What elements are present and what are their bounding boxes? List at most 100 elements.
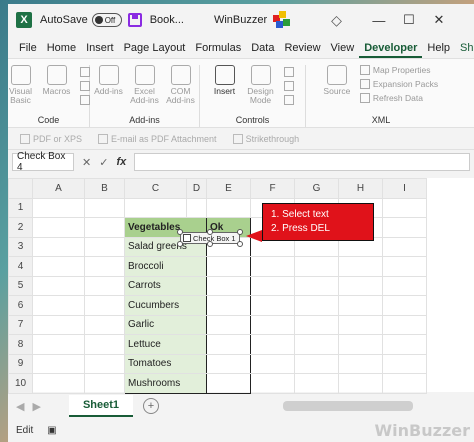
vegetable-cell[interactable]: Tomatoes: [124, 353, 207, 374]
cell[interactable]: [32, 197, 85, 218]
tab-insert[interactable]: Insert: [81, 42, 119, 58]
excel-addins-button[interactable]: Excel Add-ins: [128, 65, 162, 115]
cell[interactable]: [382, 236, 427, 257]
row-header[interactable]: 3: [8, 236, 33, 257]
cell[interactable]: [84, 217, 125, 238]
row-header[interactable]: 9: [8, 353, 33, 374]
cell[interactable]: [382, 256, 427, 277]
close-button[interactable]: ✕: [424, 12, 454, 28]
formula-input[interactable]: [134, 153, 470, 171]
tab-review[interactable]: Review: [279, 42, 325, 58]
cell[interactable]: [338, 256, 383, 277]
select-all-corner[interactable]: [8, 178, 33, 199]
cell[interactable]: [32, 373, 85, 394]
resize-handle[interactable]: [177, 229, 183, 235]
premium-diamond-icon[interactable]: ◇: [331, 12, 342, 29]
save-icon[interactable]: [127, 13, 142, 27]
add-sheet-button[interactable]: +: [143, 398, 160, 414]
addins-button[interactable]: Add-ins: [92, 65, 126, 115]
cell[interactable]: [294, 314, 339, 335]
relative-ref-icon[interactable]: [79, 81, 90, 91]
design-mode-button[interactable]: Design Mode: [244, 65, 278, 115]
cell[interactable]: [32, 334, 85, 355]
maximize-button[interactable]: ☐: [394, 12, 424, 28]
cell[interactable]: [382, 275, 427, 296]
minimize-button[interactable]: —: [364, 13, 394, 28]
cell[interactable]: [338, 275, 383, 296]
cell[interactable]: [250, 256, 295, 277]
vegetable-cell[interactable]: Broccoli: [124, 256, 207, 277]
cell[interactable]: [338, 295, 383, 316]
col-header-a[interactable]: A: [32, 178, 85, 199]
cell[interactable]: [32, 314, 85, 335]
resize-handle[interactable]: [207, 229, 213, 235]
email-pdf-item[interactable]: E-mail as PDF Attachment: [98, 133, 217, 144]
expansion-packs-item[interactable]: Expansion Packs: [359, 79, 438, 89]
cell[interactable]: [32, 236, 85, 257]
cell[interactable]: [32, 256, 85, 277]
cell[interactable]: [84, 334, 125, 355]
cancel-icon[interactable]: ✕: [82, 156, 91, 169]
cell[interactable]: [338, 353, 383, 374]
tab-developer[interactable]: Developer: [359, 42, 423, 58]
vegetable-cell[interactable]: Lettuce: [124, 334, 207, 355]
record-macro-icon[interactable]: [79, 67, 90, 77]
cell[interactable]: [84, 236, 125, 257]
resize-handle[interactable]: [207, 241, 213, 247]
cell[interactable]: [250, 353, 295, 374]
vegetable-cell[interactable]: Mushrooms: [124, 373, 207, 394]
sheet-tab-sheet1[interactable]: Sheet1: [68, 395, 134, 417]
cell[interactable]: [294, 295, 339, 316]
enter-icon[interactable]: ✓: [99, 156, 108, 169]
vegetable-cell[interactable]: Carrots: [124, 275, 207, 296]
cell[interactable]: [294, 334, 339, 355]
insert-control-button[interactable]: Insert: [208, 65, 242, 115]
strikethrough-item[interactable]: Strikethrough: [232, 133, 299, 144]
fx-icon[interactable]: fx: [116, 156, 126, 169]
col-header-d[interactable]: D: [186, 178, 207, 199]
cell[interactable]: [84, 353, 125, 374]
ok-cell[interactable]: [206, 256, 251, 277]
ok-cell[interactable]: [206, 353, 251, 374]
ok-cell[interactable]: [206, 295, 251, 316]
macro-security-icon[interactable]: [79, 95, 90, 105]
tab-shape-format[interactable]: Shape Format: [455, 42, 474, 58]
tab-page-layout[interactable]: Page Layout: [119, 42, 191, 58]
map-properties-item[interactable]: Map Properties: [359, 65, 438, 75]
resize-handle[interactable]: [237, 229, 243, 235]
cell[interactable]: [84, 197, 125, 218]
cell[interactable]: [338, 334, 383, 355]
cell[interactable]: [338, 373, 383, 394]
cell[interactable]: [382, 295, 427, 316]
col-header-c[interactable]: C: [124, 178, 187, 199]
autosave-toggle[interactable]: Off: [91, 13, 122, 27]
cell[interactable]: [250, 334, 295, 355]
row-header[interactable]: 4: [8, 256, 33, 277]
cell[interactable]: [206, 197, 251, 218]
row-header[interactable]: 6: [8, 295, 33, 316]
cell[interactable]: [84, 373, 125, 394]
prev-sheet-icon[interactable]: ◀: [16, 400, 24, 413]
cell[interactable]: [250, 314, 295, 335]
cell[interactable]: [250, 373, 295, 394]
cell[interactable]: [32, 275, 85, 296]
cell[interactable]: [32, 217, 85, 238]
macros-button[interactable]: Macros: [40, 65, 74, 115]
cell[interactable]: [84, 295, 125, 316]
view-code-icon[interactable]: [283, 81, 294, 91]
cell[interactable]: [84, 314, 125, 335]
run-dialog-icon[interactable]: [283, 95, 294, 105]
spreadsheet-grid[interactable]: A B C D E F G H I 1 2 Vegetables Ok 3 Sa…: [8, 178, 474, 394]
accessibility-icon[interactable]: ▣: [47, 425, 56, 436]
cell[interactable]: [338, 314, 383, 335]
cell[interactable]: [382, 217, 427, 238]
cell[interactable]: [294, 373, 339, 394]
row-header[interactable]: 10: [8, 373, 33, 394]
col-header-e[interactable]: E: [206, 178, 251, 199]
row-header[interactable]: 7: [8, 314, 33, 335]
properties-icon[interactable]: [283, 67, 294, 77]
ok-cell[interactable]: [206, 275, 251, 296]
tab-home[interactable]: Home: [42, 42, 81, 58]
row-header[interactable]: 2: [8, 217, 33, 238]
com-addins-button[interactable]: COM Add-ins: [164, 65, 198, 115]
